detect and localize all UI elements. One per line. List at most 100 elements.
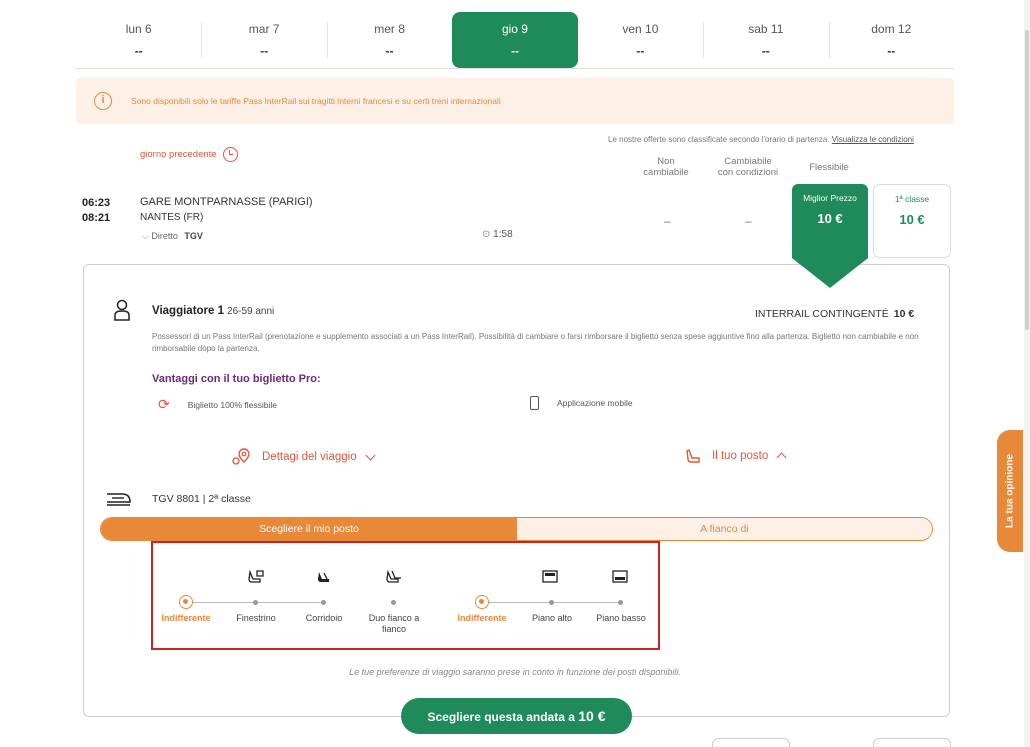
your-seat-label: Il tuo posto xyxy=(712,450,769,462)
option-window[interactable] xyxy=(253,600,258,605)
date-tab[interactable]: mer 8 -- xyxy=(326,12,452,68)
selected-pointer-overlay xyxy=(792,258,868,288)
duo-seat-icon xyxy=(386,570,401,583)
cta-price: 10 € xyxy=(578,708,606,724)
preferences-footnote: Le tue preferenze di viaggio saranno pre… xyxy=(349,667,681,677)
column-header-line: Cambiabile xyxy=(724,156,772,167)
advantage-flexible: ⟳ Biglietto 100% flessibile xyxy=(158,396,277,413)
label-lower-deck: Piano basso xyxy=(596,613,646,623)
date-price: -- xyxy=(385,44,394,58)
date-label: sab 11 xyxy=(748,22,784,36)
option-indifferente-seat[interactable] xyxy=(179,595,193,609)
best-price-label: Miglior Prezzo xyxy=(803,193,857,203)
seat-mode-tabs: Scegliere il mio posto A fianco di xyxy=(100,517,933,541)
best-price-card[interactable]: Miglior Prezzo 10 € xyxy=(792,184,868,258)
conditions-link[interactable]: Visualizza le condizioni xyxy=(832,135,914,144)
trip-type: Diretto xyxy=(151,231,178,241)
option-duo[interactable] xyxy=(391,600,396,605)
bottom-card xyxy=(873,738,951,747)
clock-icon xyxy=(222,147,238,162)
window-seat-icon xyxy=(248,570,264,583)
phone-icon xyxy=(530,396,539,410)
info-banner: i Sono disponibili solo le tariffe Pass … xyxy=(76,78,954,124)
advantage-label: Biglietto 100% flessibile xyxy=(187,399,278,410)
tab-next-to[interactable]: A fianco di xyxy=(517,518,932,540)
column-header-line: cambiabile xyxy=(643,167,689,178)
sync-icon: ⟳ xyxy=(158,396,170,412)
traveller-title: Viaggiatore 1 26-59 anni xyxy=(152,305,274,317)
train-icon xyxy=(107,493,131,506)
label-indifferente: Indifferente xyxy=(161,613,211,623)
upper-deck-icon xyxy=(542,570,558,583)
price-changeable: – xyxy=(745,214,752,228)
bottom-card xyxy=(712,738,790,747)
option-indifferente-deck[interactable] xyxy=(475,595,489,609)
date-price: -- xyxy=(887,44,896,58)
option-lower-deck[interactable] xyxy=(618,600,623,605)
date-label: dom 12 xyxy=(871,22,912,36)
feedback-label: La tua opinione xyxy=(1004,454,1016,528)
trip-type-toggle[interactable]: ⌵ Diretto TGV xyxy=(142,231,203,242)
fare-label: INTERRAIL CONTINGENTÉ xyxy=(755,308,889,320)
person-icon xyxy=(114,299,130,321)
option-aisle[interactable] xyxy=(321,600,326,605)
departure-time: 06:23 xyxy=(82,197,111,209)
offers-note: Le nostre offerte sono classificate seco… xyxy=(608,135,914,144)
date-tab[interactable]: mar 7 -- xyxy=(201,12,326,68)
departure-station: GARE MONTPARNASSE (PARIGI) xyxy=(140,196,313,208)
date-tab[interactable]: ven 10 -- xyxy=(578,12,703,68)
advantages-title: Vantaggi con il tuo biglietto Pro: xyxy=(152,373,321,385)
train-type: TGV xyxy=(184,231,203,241)
clock-icon: ⊙ xyxy=(482,229,491,240)
date-tab-selected[interactable]: gio 9 -- xyxy=(452,12,578,68)
date-price: -- xyxy=(134,44,143,58)
column-header-non-changeable: Non cambiabile xyxy=(636,156,696,178)
tab-choose-seat[interactable]: Scegliere il mio posto xyxy=(101,518,517,540)
info-icon: i xyxy=(94,92,112,110)
date-tab[interactable]: lun 6 -- xyxy=(76,12,201,68)
column-header-line: Non xyxy=(657,156,675,167)
date-label: mar 7 xyxy=(248,22,280,36)
date-label: lun 6 xyxy=(125,22,152,36)
date-label: mer 8 xyxy=(374,22,405,36)
advantage-mobile: Applicazione mobile xyxy=(530,396,633,410)
previous-day-button[interactable]: giorno precedente xyxy=(140,147,238,162)
your-seat-toggle[interactable]: Il tuo posto xyxy=(686,448,787,464)
best-price-value: 10 € xyxy=(817,211,843,226)
traveller-age: 26-59 anni xyxy=(227,306,275,317)
aisle-seat-icon xyxy=(318,572,329,582)
trip-times: 06:23 08:21 xyxy=(82,196,110,226)
divider xyxy=(76,68,954,69)
label-duo: Duo fianco a fianco xyxy=(368,613,420,634)
column-header-line: con condizioni xyxy=(717,167,779,178)
column-header-changeable: Cambiabile con condizioni xyxy=(712,156,784,178)
label-upper-deck: Piano alto xyxy=(531,613,573,623)
chevron-down-icon xyxy=(365,450,376,460)
first-class-price: 10 € xyxy=(899,212,925,227)
fare-name: INTERRAIL CONTINGENTÉ 10 € xyxy=(755,308,914,320)
first-class-card[interactable]: 1ª classe 10 € xyxy=(873,184,951,258)
fare-price: 10 € xyxy=(893,308,915,320)
arrival-station: NANTES (FR) xyxy=(140,212,204,223)
column-header-flexible: Flessibile xyxy=(809,162,849,173)
choose-outbound-button[interactable]: Scegliere questa andata a 10 € xyxy=(401,698,632,734)
date-label: gio 9 xyxy=(501,22,528,36)
trip-details-label: Dettagi del viaggio xyxy=(262,451,357,463)
date-tab[interactable]: sab 11 -- xyxy=(703,12,828,68)
lower-deck-icon xyxy=(612,570,628,583)
map-pin-icon xyxy=(232,448,250,465)
scrollbar-thumb[interactable] xyxy=(1025,30,1029,330)
feedback-tab[interactable]: La tua opinione xyxy=(997,430,1023,552)
option-upper-deck[interactable] xyxy=(549,600,554,605)
traveller-name: Viaggiatore 1 xyxy=(152,305,225,317)
trip-details-toggle[interactable]: Dettagi del viaggio xyxy=(232,448,376,466)
advantage-label: Applicazione mobile xyxy=(557,398,633,408)
date-price: -- xyxy=(260,44,269,58)
date-tab[interactable]: dom 12 -- xyxy=(828,12,954,68)
first-class-label: 1ª classe xyxy=(894,194,930,204)
label-aisle: Corridoio xyxy=(305,613,343,623)
seat-icon xyxy=(686,449,700,463)
train-info: TGV 8801 | 2ª classe xyxy=(152,493,251,505)
arrival-time: 08:21 xyxy=(82,212,111,224)
label-window: Finestrino xyxy=(236,613,276,623)
